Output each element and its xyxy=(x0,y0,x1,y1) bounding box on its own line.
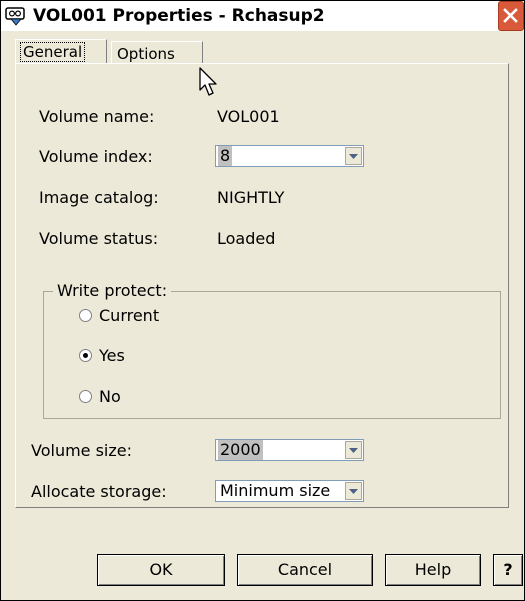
radio-selected-dot xyxy=(83,353,88,358)
properties-dialog: VOL001 Properties - Rchasup2 General Opt… xyxy=(0,0,525,601)
radio-current-label: Current xyxy=(99,306,160,325)
window-app-icon xyxy=(5,6,27,26)
volume-size-label: Volume size: xyxy=(31,441,133,460)
volume-name-label: Volume name: xyxy=(39,107,155,126)
volume-index-label: Volume index: xyxy=(39,147,153,166)
allocate-storage-label: Allocate storage: xyxy=(31,482,167,501)
tab-general-label: General xyxy=(19,42,86,62)
close-icon xyxy=(503,8,518,23)
allocate-storage-dropdown[interactable]: Minimum size xyxy=(215,480,364,502)
image-catalog-value: NIGHTLY xyxy=(217,188,285,207)
radio-yes-button[interactable] xyxy=(79,349,92,362)
chevron-down-icon[interactable] xyxy=(345,147,362,165)
volume-size-dropdown[interactable]: 2000 xyxy=(215,439,364,461)
volume-status-value: Loaded xyxy=(217,229,276,248)
write-protect-title: Write protect: xyxy=(53,281,172,301)
chevron-down-icon[interactable] xyxy=(345,482,362,500)
title-bar[interactable]: VOL001 Properties - Rchasup2 xyxy=(1,1,524,31)
radio-current-button[interactable] xyxy=(79,309,92,322)
volume-name-value: VOL001 xyxy=(217,107,280,126)
close-button[interactable] xyxy=(498,1,524,31)
volume-index-dropdown[interactable]: 8 xyxy=(215,145,364,167)
tab-options-label: Options xyxy=(117,45,175,63)
tab-general[interactable]: General xyxy=(15,39,107,63)
volume-status-label: Volume status: xyxy=(39,229,159,248)
ok-button[interactable]: OK xyxy=(97,554,225,586)
image-catalog-label: Image catalog: xyxy=(39,188,159,207)
chevron-down-icon[interactable] xyxy=(345,441,362,459)
radio-no-button[interactable] xyxy=(79,390,92,403)
help-button[interactable]: Help xyxy=(385,554,481,586)
whats-this-button[interactable]: ? xyxy=(493,554,523,586)
cancel-button[interactable]: Cancel xyxy=(237,554,373,586)
allocate-storage-value: Minimum size xyxy=(220,481,331,500)
volume-size-value: 2000 xyxy=(218,440,263,460)
window-title: VOL001 Properties - Rchasup2 xyxy=(33,6,325,26)
radio-yes-label: Yes xyxy=(99,346,125,365)
tab-options[interactable]: Options xyxy=(111,41,203,63)
radio-no-label: No xyxy=(99,387,121,406)
volume-index-value: 8 xyxy=(218,146,233,166)
mouse-pointer-icon xyxy=(199,67,219,101)
